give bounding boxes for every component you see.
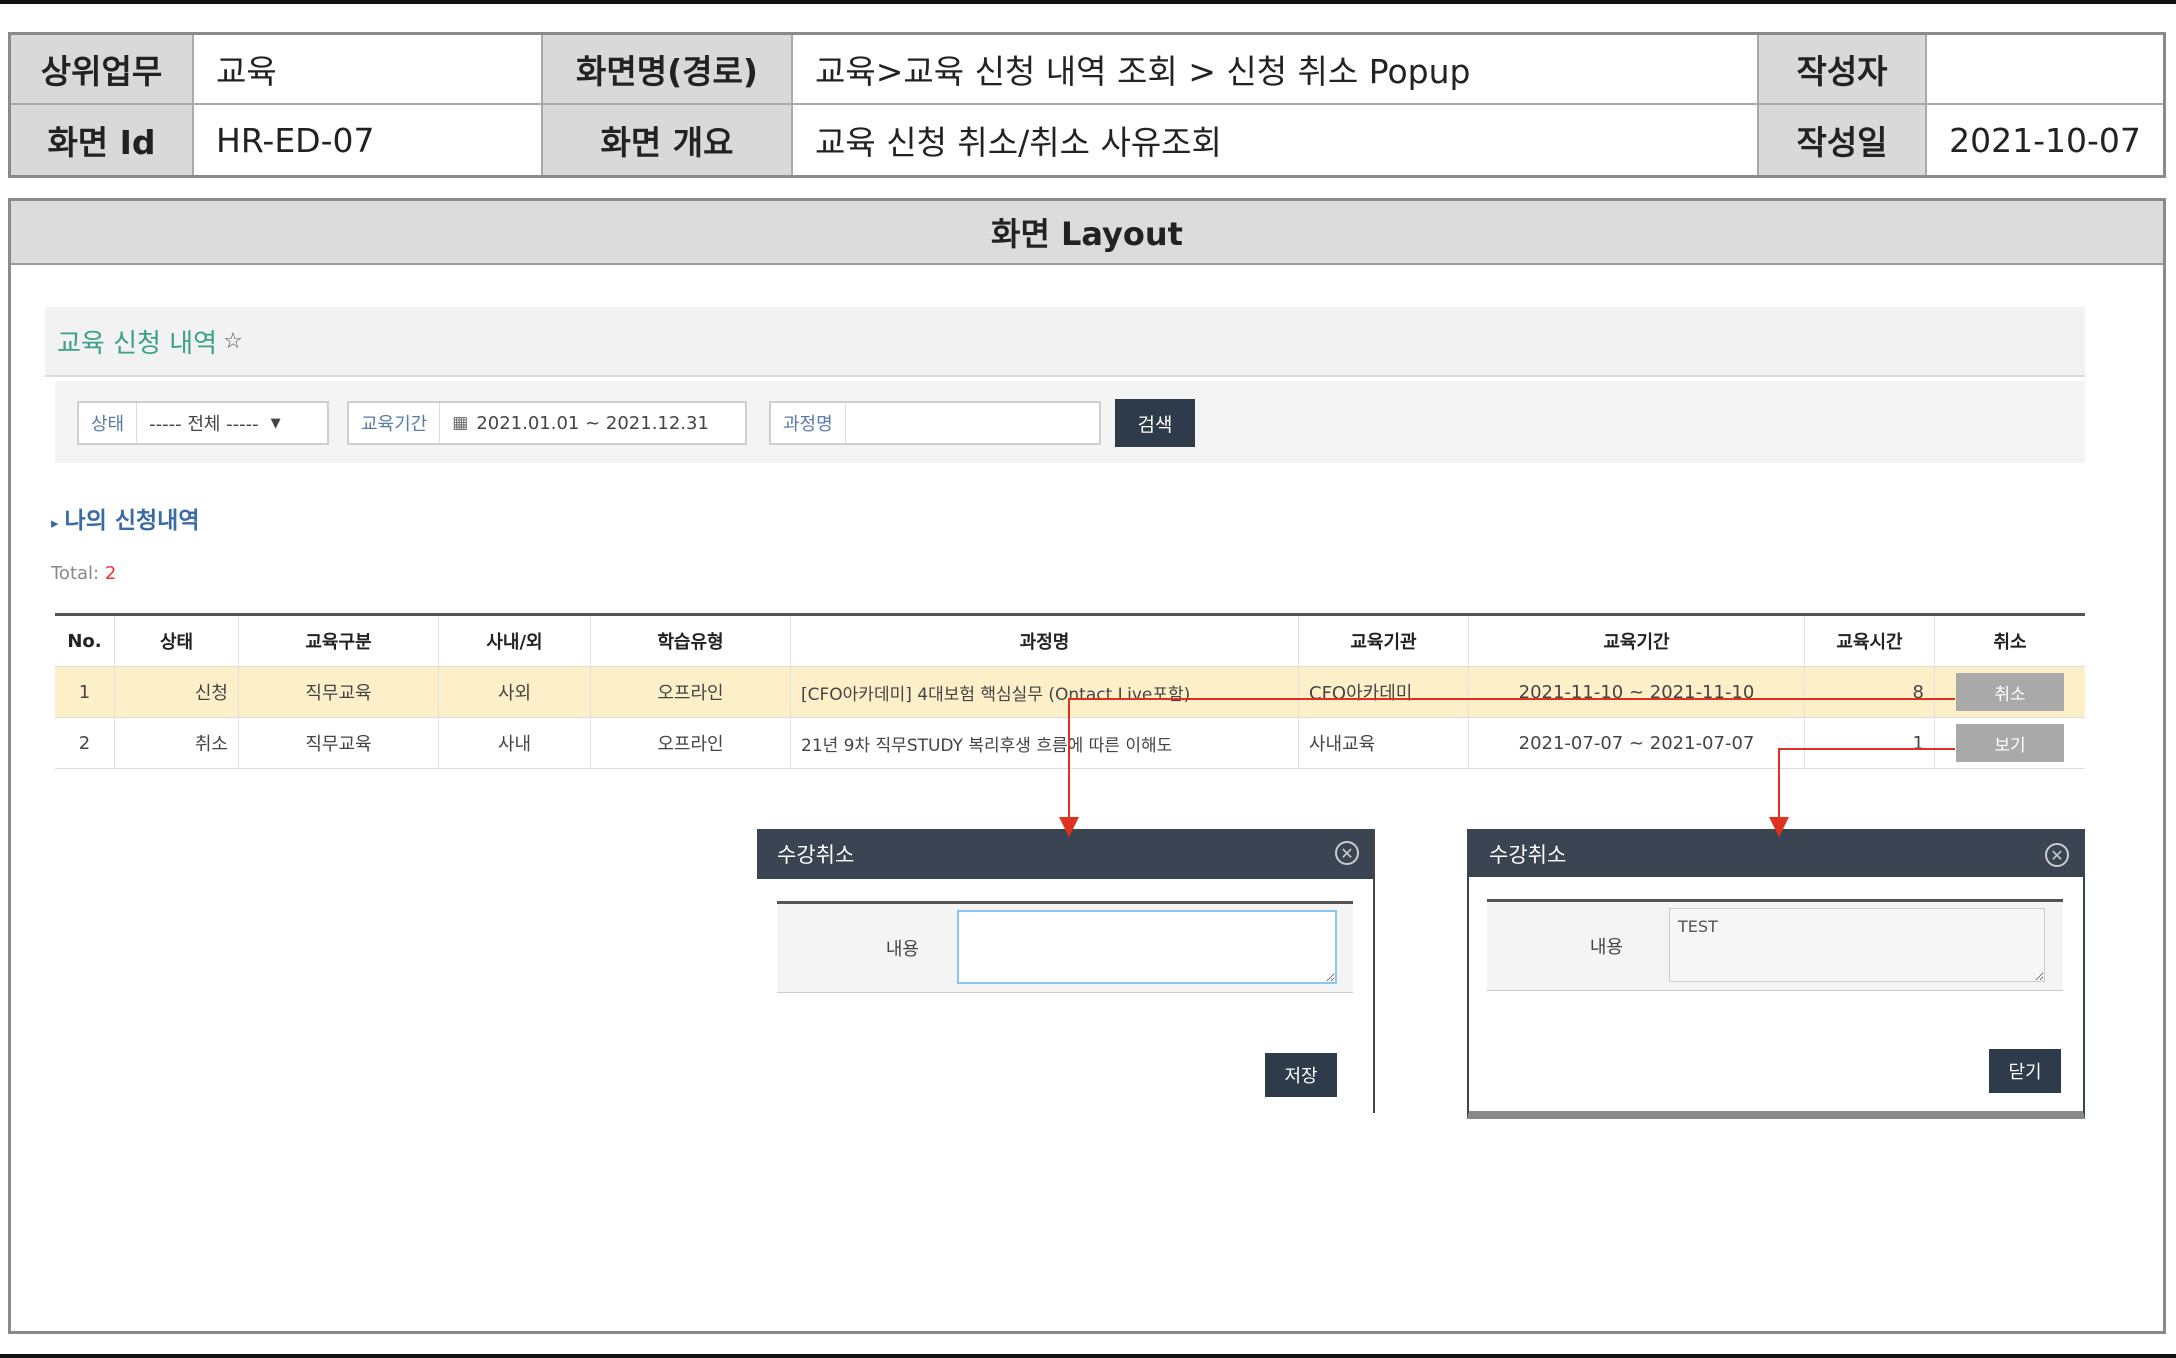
application-table: No. 상태 교육구분 사내/외 학습유형 과정명 교육기관 교육기간 교육시간… <box>55 613 2085 769</box>
cell-hours: 1 <box>1805 718 1935 768</box>
view-button[interactable]: 보기 <box>1956 724 2064 762</box>
cell-period: 2021-11-10 ~ 2021-11-10 <box>1469 667 1805 717</box>
table-row[interactable]: 1 신청 직무교육 사외 오프라인 [CFO아카데미] 4대보험 핵심실무 (O… <box>55 667 2085 718</box>
total-label: Total: <box>51 563 100 584</box>
cell-category: 직무교육 <box>239 718 439 768</box>
search-button[interactable]: 검색 <box>1115 399 1195 447</box>
header-cancel: 취소 <box>1993 632 2027 653</box>
course-filter-label: 과정명 <box>771 403 846 443</box>
top-rule <box>0 0 2176 4</box>
date-label: 작성일 <box>1759 105 1927 175</box>
screen-name-label: 화면명(경로) <box>543 35 793 105</box>
view-popup-header: 수강취소 ✕ <box>1469 831 2083 877</box>
header-status: 상태 <box>115 616 239 666</box>
caret-right-icon: ▸ <box>51 514 59 532</box>
upper-task-label: 상위업무 <box>11 35 194 105</box>
cell-in-out: 사내 <box>439 718 591 768</box>
period-filter-content: ▦ 2021.01.01 ~ 2021.12.31 <box>440 413 721 434</box>
view-reason-textarea <box>1669 908 2045 982</box>
author-value <box>1927 35 2163 105</box>
close-icon[interactable]: ✕ <box>1335 841 1359 865</box>
cell-course-name[interactable]: [CFO아카데미] 4대보험 핵심실무 (Ontact Live포함) <box>791 667 1299 717</box>
cancel-popup-header: 수강취소 ✕ <box>757 829 1373 879</box>
view-popup-title: 수강취소 <box>1489 843 1567 867</box>
view-popup-form: 내용 <box>1487 899 2063 991</box>
cancel-reason-textarea[interactable] <box>957 910 1337 984</box>
cell-cancel: 취소 <box>1935 667 2085 717</box>
cell-view: 보기 <box>1935 718 2085 768</box>
header-hours: 교육시간 <box>1805 616 1935 666</box>
cell-learning-type: 오프라인 <box>591 667 791 717</box>
header-institution: 교육기관 <box>1299 616 1469 666</box>
header-learning-type: 학습유형 <box>591 616 791 666</box>
favorite-star-icon[interactable]: ☆ <box>223 329 243 354</box>
period-filter[interactable]: 교육기간 ▦ 2021.01.01 ~ 2021.12.31 <box>347 401 747 445</box>
table-row[interactable]: 2 취소 직무교육 사내 오프라인 21년 9차 직무STUDY 복리후생 흐름… <box>55 718 2085 769</box>
layout-panel: 화면 Layout 교육 신청 내역 ☆ 상태 ----- 전체 ----- ▼… <box>8 198 2166 1334</box>
table-header-row: No. 상태 교육구분 사내/외 학습유형 과정명 교육기관 교육기간 교육시간… <box>55 616 2085 667</box>
header-in-out: 사내/외 <box>439 616 591 666</box>
cancel-popup-form: 내용 <box>777 901 1353 993</box>
cancel-button[interactable]: 취소 <box>1956 673 2064 711</box>
upper-task-value: 교육 <box>194 35 543 105</box>
cell-institution: CFO아카데미 <box>1299 667 1469 717</box>
close-button[interactable]: 닫기 <box>1989 1049 2061 1093</box>
header-no: No. <box>55 616 115 666</box>
author-label: 작성자 <box>1759 35 1927 105</box>
cancel-reason-label: 내용 <box>885 939 919 960</box>
total-count: Total: 2 <box>51 563 116 584</box>
cell-course-name[interactable]: 21년 9차 직무STUDY 복리후생 흐름에 따른 이해도 <box>791 718 1299 768</box>
cell-institution: 사내교육 <box>1299 718 1469 768</box>
period-filter-label: 교육기간 <box>349 403 441 443</box>
total-number: 2 <box>104 563 117 584</box>
cell-learning-type: 오프라인 <box>591 718 791 768</box>
cancel-popup-title: 수강취소 <box>777 843 855 867</box>
search-bar: 상태 ----- 전체 ----- ▼ 교육기간 ▦ 2021.01.01 ~ … <box>55 381 2085 463</box>
date-value: 2021-10-07 <box>1927 105 2163 175</box>
view-reason-popup: 수강취소 ✕ 내용 닫기 <box>1467 829 2085 1119</box>
cell-status: 취소 <box>115 718 239 768</box>
header-category: 교육구분 <box>239 616 439 666</box>
screen-info-table: 상위업무 교육 화면명(경로) 교육>교육 신청 내역 조회 > 신청 취소 P… <box>8 32 2166 178</box>
cell-in-out: 사외 <box>439 667 591 717</box>
layout-title: 화면 Layout <box>11 201 2163 265</box>
screen-id-value: HR-ED-07 <box>194 105 543 175</box>
cell-no: 1 <box>55 667 115 717</box>
cell-period: 2021-07-07 ~ 2021-07-07 <box>1469 718 1805 768</box>
status-filter-value: ----- 전체 ----- <box>149 414 259 435</box>
screen-name-value: 교육>교육 신청 내역 조회 > 신청 취소 Popup <box>793 35 1759 105</box>
bottom-rule <box>0 1354 2176 1358</box>
period-filter-value: 2021.01.01 ~ 2021.12.31 <box>476 412 709 434</box>
status-filter-label: 상태 <box>79 403 138 443</box>
chevron-down-icon: ▼ <box>270 415 281 431</box>
save-button[interactable]: 저장 <box>1265 1053 1337 1097</box>
cancel-reason-popup: 수강취소 ✕ 내용 저장 <box>757 829 1375 1113</box>
cell-no: 2 <box>55 718 115 768</box>
my-list-title: ▸ 나의 신청내역 <box>51 501 200 535</box>
cell-status: 신청 <box>115 667 239 717</box>
course-filter[interactable]: 과정명 <box>769 401 1101 445</box>
screen-id-label: 화면 Id <box>11 105 194 175</box>
page-title: 교육 신청 내역 <box>57 328 218 359</box>
cell-category: 직무교육 <box>239 667 439 717</box>
close-icon[interactable]: ✕ <box>2045 843 2069 867</box>
my-list-title-text: 나의 신청내역 <box>64 508 200 534</box>
status-filter[interactable]: 상태 ----- 전체 ----- ▼ <box>77 401 329 445</box>
page-title-bar: 교육 신청 내역 ☆ <box>45 307 2085 377</box>
overview-value: 교육 신청 취소/취소 사유조회 <box>793 105 1759 175</box>
header-period: 교육기간 <box>1469 616 1805 666</box>
overview-label: 화면 개요 <box>543 105 793 175</box>
view-reason-label: 내용 <box>1589 937 1623 958</box>
calendar-icon: ▦ <box>452 413 469 433</box>
header-course-name: 과정명 <box>791 616 1299 666</box>
cell-hours: 8 <box>1805 667 1935 717</box>
